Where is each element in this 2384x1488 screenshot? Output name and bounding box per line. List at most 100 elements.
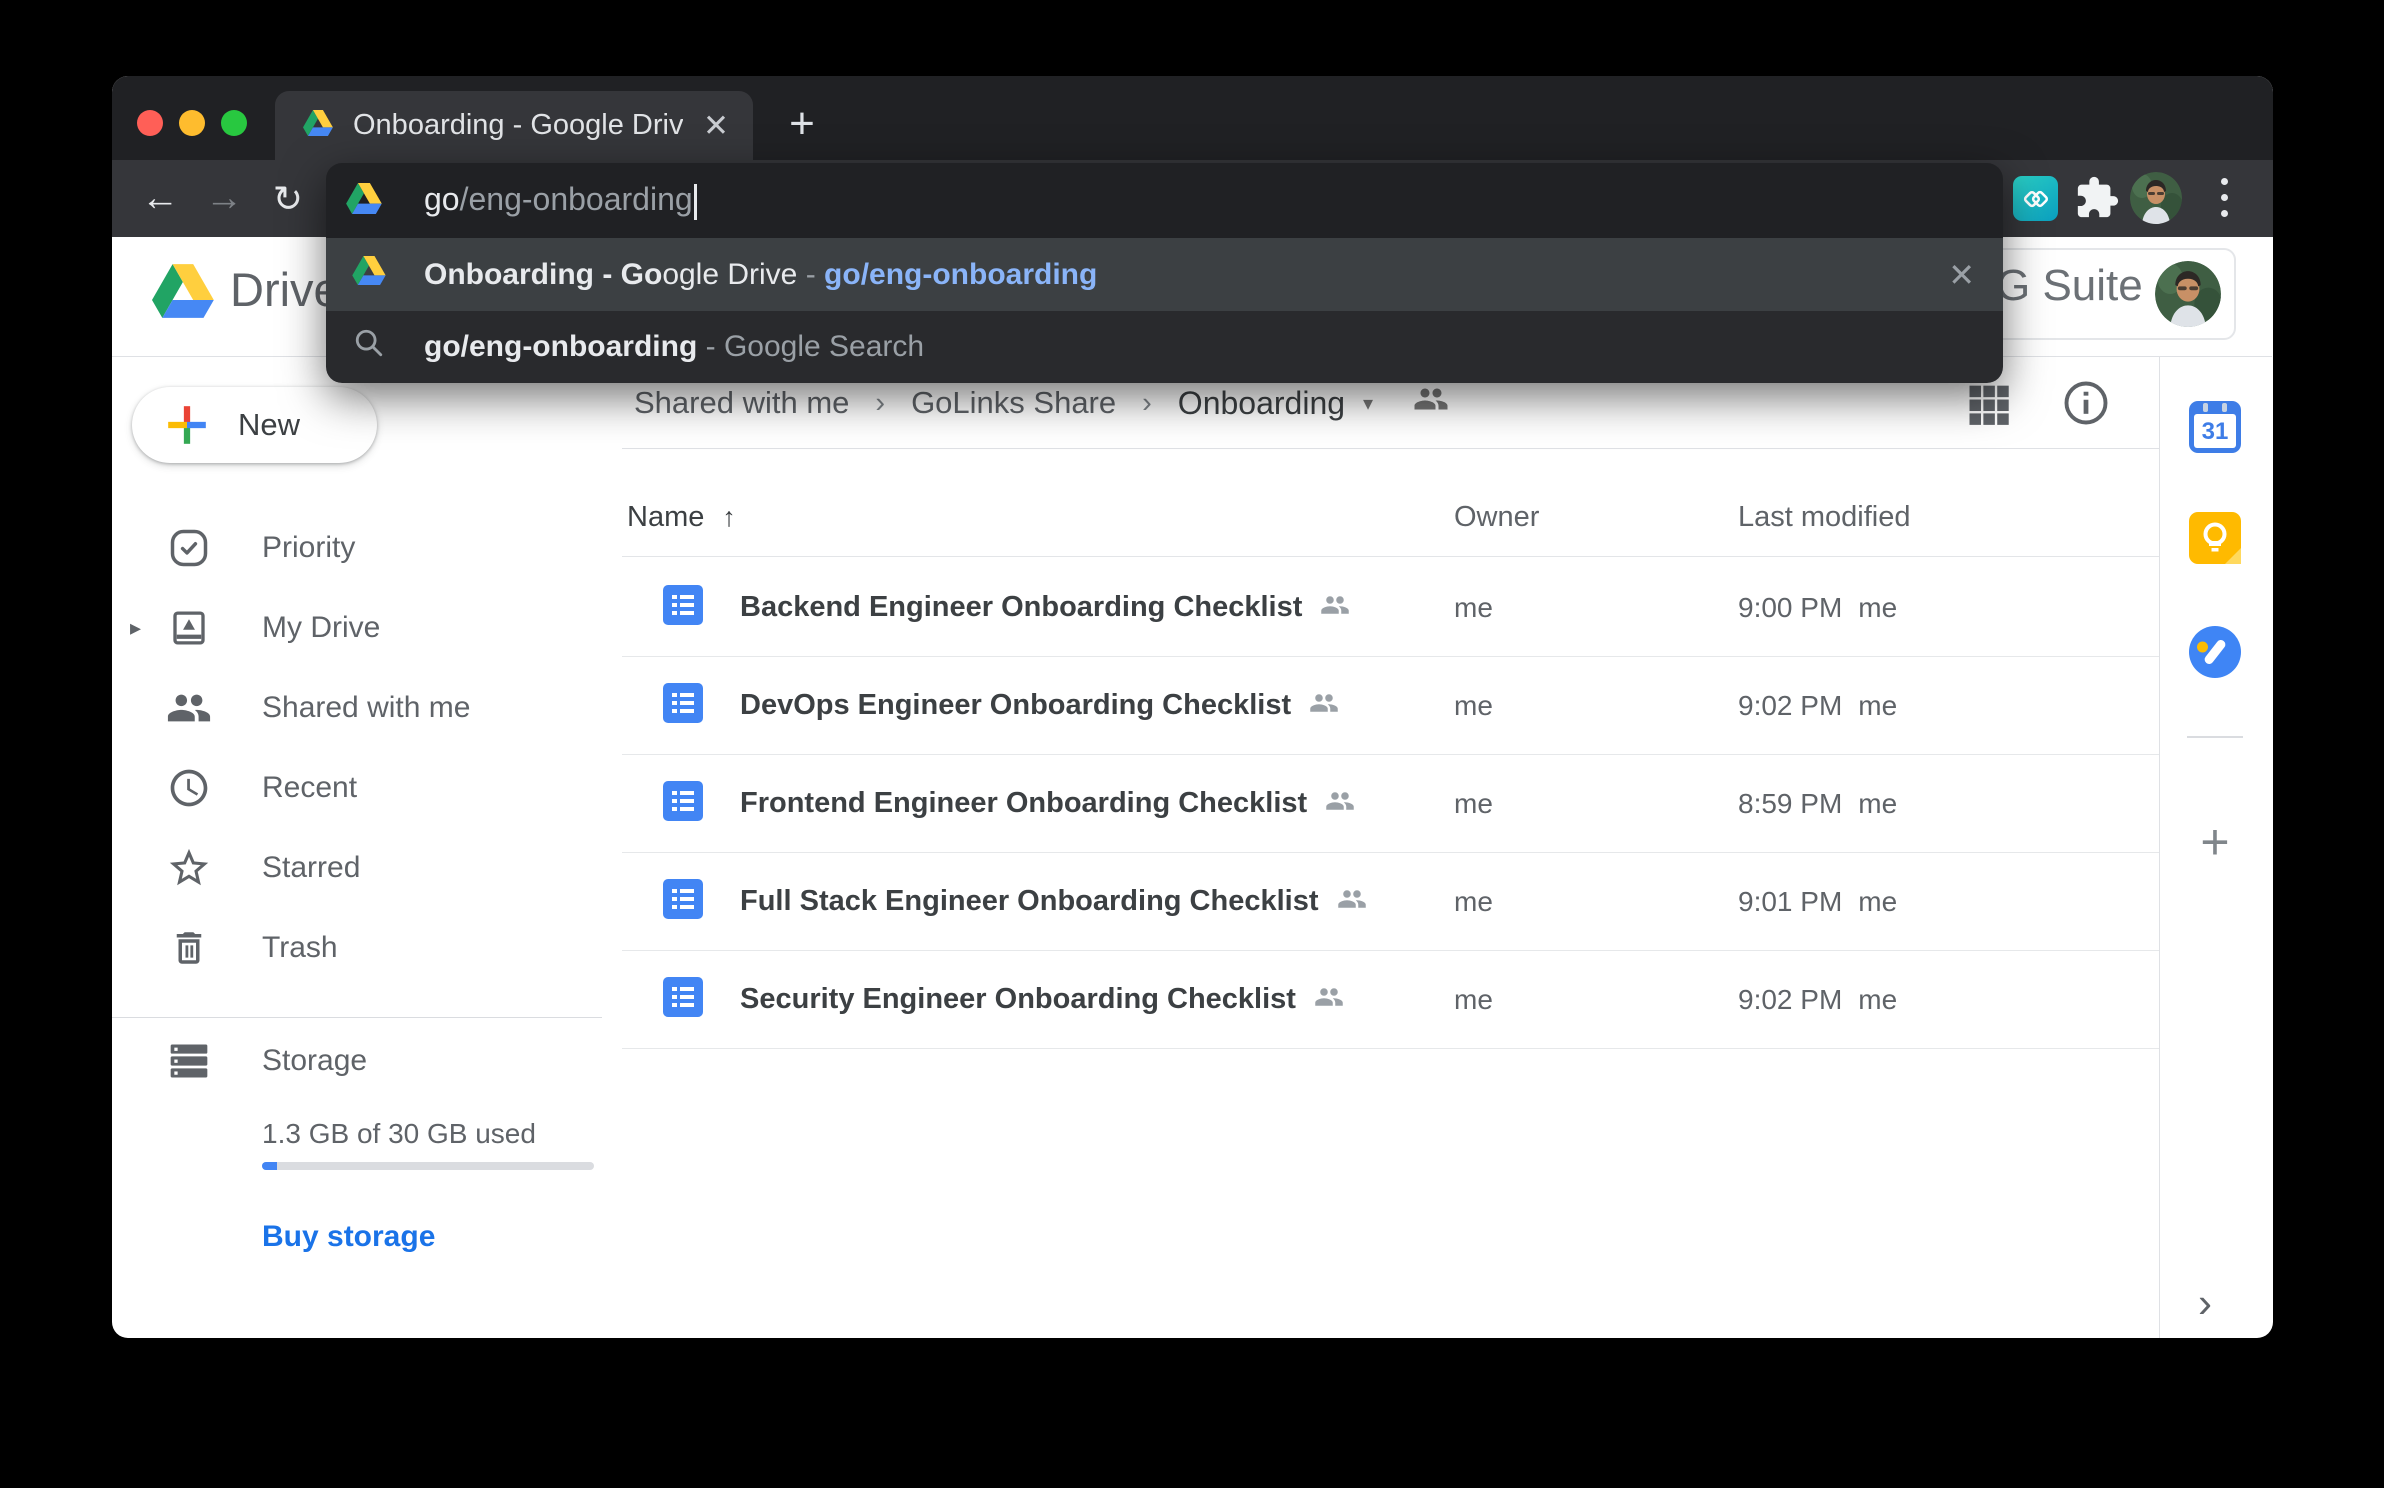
file-owner: me [1454, 592, 1493, 624]
drive-logo-text: Drive [230, 262, 340, 317]
file-name: Backend Engineer Onboarding Checklist [740, 591, 1302, 624]
expand-arrow-icon[interactable]: ▸ [130, 615, 141, 641]
google-doc-icon [663, 781, 703, 826]
chevron-right-icon: › [1142, 387, 1152, 420]
file-modified: 9:02 PMme [1738, 690, 1897, 722]
search-icon [352, 326, 386, 368]
file-owner: me [1454, 984, 1493, 1016]
chevron-down-icon[interactable]: ▾ [1363, 391, 1373, 416]
drive-favicon [346, 183, 382, 219]
file-name: Security Engineer Onboarding Checklist [740, 983, 1296, 1016]
my-drive-icon [165, 607, 213, 649]
suggestion-drive-onboarding[interactable]: Onboarding - Google Drive - go/eng-onboa… [326, 238, 2003, 311]
sidebar-divider [112, 1017, 602, 1018]
google-doc-icon [663, 977, 703, 1022]
macos-zoom-button[interactable] [221, 110, 247, 136]
file-name: DevOps Engineer Onboarding Checklist [740, 689, 1291, 722]
trash-icon [165, 927, 213, 969]
sidebar-item-storage[interactable]: Storage [112, 1021, 602, 1101]
breadcrumb-golinks-share[interactable]: GoLinks Share [911, 385, 1116, 421]
breadcrumb-onboarding[interactable]: Onboarding [1178, 385, 1345, 422]
shared-people-icon [1325, 786, 1355, 821]
grid-view-icon[interactable] [1963, 377, 2015, 434]
multicolor-plus-icon [164, 402, 210, 448]
keep-icon[interactable] [2189, 512, 2241, 564]
tasks-icon[interactable] [2189, 626, 2241, 678]
star-icon [165, 845, 213, 891]
column-header-name[interactable]: Name↑ [627, 501, 736, 534]
macos-close-button[interactable] [137, 110, 163, 136]
google-doc-icon [663, 879, 703, 924]
file-owner: me [1454, 690, 1493, 722]
drive-favicon [303, 110, 333, 141]
storage-progress-fill [262, 1162, 277, 1170]
shared-people-icon [1314, 982, 1344, 1017]
browser-profile-avatar[interactable] [2130, 172, 2182, 224]
folder-shared-icon [1413, 381, 1449, 425]
file-modified: 9:01 PMme [1738, 886, 1897, 918]
drive-logo[interactable] [152, 264, 214, 323]
new-tab-button[interactable]: + [776, 100, 828, 148]
omnibox-dropdown: go/eng-onboarding Onboarding - Google Dr… [326, 163, 2003, 383]
tab-close-icon[interactable]: ✕ [703, 110, 729, 141]
text-cursor [694, 184, 697, 220]
reload-icon[interactable]: ↻ [262, 160, 314, 237]
new-button-label: New [238, 407, 300, 443]
table-row[interactable]: DevOps Engineer Onboarding Checklist me … [622, 657, 2159, 755]
forward-icon[interactable]: → [198, 160, 250, 237]
omnibox[interactable]: go/eng-onboarding [326, 163, 2003, 238]
sidebar-item-starred[interactable]: Starred [112, 828, 602, 908]
gsuite-badge-label: G Suite [1996, 261, 2143, 311]
table-row[interactable]: Backend Engineer Onboarding Checklist me… [622, 559, 2159, 657]
omnibox-input[interactable]: go/eng-onboarding [424, 181, 697, 220]
sort-ascending-icon: ↑ [722, 502, 736, 532]
new-button[interactable]: New [132, 387, 377, 463]
sidebar-item-shared-with-me[interactable]: Shared with me [112, 668, 602, 748]
file-owner: me [1454, 788, 1493, 820]
info-icon[interactable] [2060, 377, 2112, 434]
browser-menu-icon[interactable] [2221, 178, 2229, 226]
column-header-last-modified[interactable]: Last modified [1738, 501, 1911, 534]
priority-icon [165, 526, 213, 570]
sidebar-item-my-drive[interactable]: ▸ My Drive [112, 588, 602, 668]
file-modified: 8:59 PMme [1738, 788, 1897, 820]
column-header-owner[interactable]: Owner [1454, 501, 1539, 534]
sidebar-item-trash[interactable]: Trash [112, 908, 602, 988]
storage-progress-bar [262, 1162, 594, 1170]
side-panel-divider [2159, 357, 2160, 1338]
table-row[interactable]: Security Engineer Onboarding Checklist m… [622, 951, 2159, 1049]
file-name: Full Stack Engineer Onboarding Checklist [740, 885, 1319, 918]
file-modified: 9:02 PMme [1738, 984, 1897, 1016]
table-row[interactable]: Full Stack Engineer Onboarding Checklist… [622, 853, 2159, 951]
buy-storage-link[interactable]: Buy storage [262, 1220, 435, 1254]
remove-suggestion-icon[interactable]: ✕ [1948, 256, 1975, 294]
browser-window: Onboarding - Google Drive ✕ + ← → ↻ Driv… [112, 76, 2273, 1338]
shared-people-icon [1337, 884, 1367, 919]
people-icon [165, 685, 213, 731]
back-icon[interactable]: ← [134, 160, 186, 237]
get-add-ons-icon[interactable]: + [2189, 816, 2241, 868]
hide-side-panel-icon[interactable]: › [2198, 1279, 2212, 1327]
drive-favicon [352, 256, 386, 293]
suggestion-google-search[interactable]: go/eng-onboarding - Google Search [326, 311, 2003, 383]
macos-minimize-button[interactable] [179, 110, 205, 136]
shared-people-icon [1320, 590, 1350, 625]
file-owner: me [1454, 886, 1493, 918]
svg-text:31: 31 [2202, 418, 2229, 445]
google-doc-icon [663, 585, 703, 630]
sidebar-item-recent[interactable]: Recent [112, 748, 602, 828]
file-modified: 9:00 PMme [1738, 592, 1897, 624]
sidebar-item-priority[interactable]: Priority [112, 508, 602, 588]
tab-title: Onboarding - Google Drive [353, 109, 683, 142]
table-row[interactable]: Frontend Engineer Onboarding Checklist m… [622, 755, 2159, 853]
extensions-puzzle-icon[interactable] [2074, 175, 2120, 221]
clock-icon [165, 766, 213, 810]
account-avatar[interactable] [2155, 261, 2221, 327]
breadcrumb-shared-with-me[interactable]: Shared with me [634, 385, 849, 421]
shared-people-icon [1309, 688, 1339, 723]
chevron-right-icon: › [875, 387, 885, 420]
table-header-divider [622, 556, 2159, 557]
browser-tab[interactable]: Onboarding - Google Drive ✕ [275, 91, 753, 160]
calendar-icon[interactable]: 31 [2189, 401, 2241, 453]
golinks-extension-icon[interactable] [2013, 176, 2058, 221]
